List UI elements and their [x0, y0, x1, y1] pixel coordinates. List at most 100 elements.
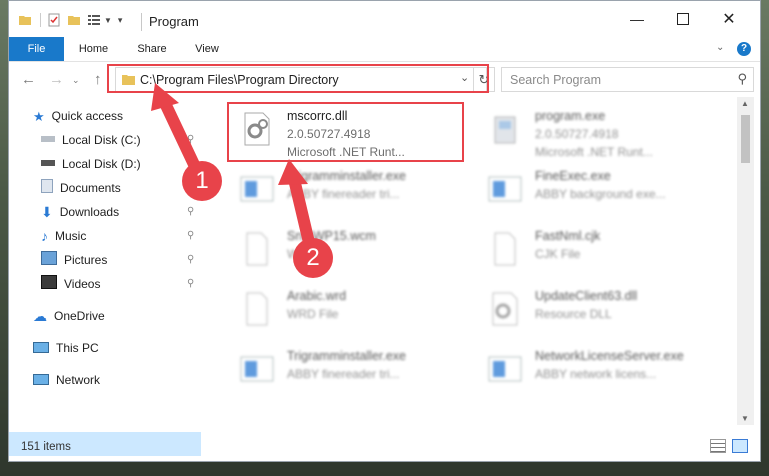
- file-icon: [494, 232, 516, 266]
- title-bar: ▼ ▾ Program — ✕: [9, 1, 760, 37]
- nav-label: This PC: [56, 341, 99, 355]
- file-description: ABBY network licens...: [535, 367, 657, 381]
- nav-label: Local Disk (D:): [62, 157, 141, 171]
- file-item[interactable]: Trigramminstaller.exe ABBY finereader tr…: [229, 341, 469, 399]
- file-name: Trigramminstaller.exe: [287, 169, 407, 183]
- customize-toolbar-icon[interactable]: ▾: [118, 15, 123, 26]
- nav-item-this-pc[interactable]: This PC: [33, 337, 99, 359]
- drive-icon: [41, 160, 55, 166]
- file-item[interactable]: UpdateClient63.dll Resource DLL: [477, 281, 717, 339]
- large-icons-view-icon[interactable]: [732, 439, 748, 453]
- explorer-window: ▼ ▾ Program — ✕ File Home Share View ⌄ ?…: [8, 0, 761, 462]
- file-item[interactable]: Arabic.wrd WRD File: [229, 281, 469, 339]
- folder-icon[interactable]: [18, 13, 32, 27]
- file-version: 2.0.50727.4918: [535, 127, 619, 141]
- nav-item-local-disk-d[interactable]: Local Disk (D:): [41, 153, 141, 175]
- search-box[interactable]: Search Program ⚲: [501, 67, 754, 92]
- file-item[interactable]: FineExec.exe ABBY background exe...: [477, 161, 717, 219]
- file-name: NetworkLicenseServer.exe: [535, 349, 684, 363]
- details-view-icon[interactable]: [710, 439, 726, 453]
- pin-icon[interactable]: ⚲: [187, 254, 194, 265]
- tab-home[interactable]: Home: [71, 37, 116, 61]
- nav-item-documents[interactable]: Documents: [41, 177, 121, 199]
- nav-item-quick-access[interactable]: ★ Quick access: [33, 105, 123, 127]
- tab-file[interactable]: File: [9, 37, 64, 61]
- file-description: ABBY finereader tri...: [287, 187, 400, 201]
- search-icon: ⚲: [737, 71, 747, 86]
- close-button[interactable]: ✕: [706, 1, 752, 37]
- nav-label: Quick access: [51, 109, 124, 123]
- nav-label: Videos: [64, 277, 101, 291]
- nav-item-downloads[interactable]: ⬇ Downloads: [41, 201, 119, 223]
- pictures-icon: [41, 251, 57, 265]
- file-item[interactable]: program.exe 2.0.50727.4918 Microsoft .NE…: [477, 101, 717, 159]
- file-description: Microsoft .NET Runt...: [535, 145, 653, 159]
- pin-icon[interactable]: ⚲: [187, 278, 194, 289]
- drive-icon: [41, 136, 55, 142]
- navigation-pane: ★ Quick access Local Disk (C:) ⚲ Local Di…: [9, 97, 207, 456]
- vertical-scrollbar[interactable]: ▲ ▼: [737, 97, 754, 425]
- quick-access-toolbar: ▼ ▾: [18, 10, 122, 30]
- file-item[interactable]: FastNml.cjk CJK File: [477, 221, 717, 279]
- window-title: Program: [149, 14, 199, 29]
- cloud-icon: ☁: [33, 308, 47, 324]
- title-separator: [141, 13, 142, 31]
- tab-view[interactable]: View: [185, 37, 229, 61]
- chevron-down-icon[interactable]: ▼: [104, 16, 112, 25]
- step-1-badge: 1: [182, 161, 222, 201]
- help-button[interactable]: ?: [737, 42, 751, 56]
- scroll-down-icon[interactable]: ▼: [741, 414, 749, 423]
- nav-item-music[interactable]: ♪ Music: [41, 225, 86, 247]
- nav-item-onedrive[interactable]: ☁ OneDrive: [33, 305, 105, 327]
- tab-share[interactable]: Share: [127, 37, 177, 61]
- up-arrow-icon[interactable]: ↑: [94, 71, 102, 88]
- videos-icon: [41, 275, 57, 289]
- file-name: Arabic.wrd: [287, 289, 347, 303]
- nav-label: Network: [56, 373, 101, 387]
- documents-icon: [41, 179, 53, 193]
- maximize-button[interactable]: [660, 1, 706, 37]
- file-item[interactable]: Sn...WP15.wcm W...: [229, 221, 469, 279]
- expand-ribbon-icon[interactable]: ⌄: [716, 42, 724, 53]
- computer-icon: [33, 342, 49, 353]
- window-icon: [488, 176, 522, 202]
- file-description: CJK File: [535, 247, 581, 261]
- nav-label: Local Disk (C:): [62, 133, 141, 147]
- ribbon-tabs: File Home Share View ⌄ ?: [9, 37, 760, 62]
- file-name: FastNml.cjk: [535, 229, 601, 243]
- file-name: Trigramminstaller.exe: [287, 349, 407, 363]
- step-2-badge: 2: [293, 238, 333, 278]
- file-description: Resource DLL: [535, 307, 612, 321]
- nav-item-network[interactable]: Network: [33, 369, 100, 391]
- file-description: WRD File: [287, 307, 339, 321]
- new-folder-icon[interactable]: [67, 13, 81, 27]
- pin-icon[interactable]: ⚲: [187, 206, 194, 217]
- nav-item-local-disk-c[interactable]: Local Disk (C:): [41, 129, 141, 151]
- forward-arrow-icon[interactable]: →: [49, 71, 64, 88]
- item-count: 151 items: [21, 441, 71, 453]
- pin-icon[interactable]: ⚲: [187, 134, 194, 145]
- file-icon: [246, 292, 268, 326]
- search-input[interactable]: Search Program: [510, 73, 601, 87]
- file-description: ABBY finereader tri...: [287, 367, 400, 381]
- scrollbar-thumb[interactable]: [741, 115, 750, 163]
- nav-label: Music: [55, 229, 87, 243]
- view-options-icon[interactable]: [87, 13, 103, 27]
- minimize-button[interactable]: —: [614, 1, 660, 37]
- file-name: FineExec.exe: [535, 169, 611, 183]
- recent-locations-icon[interactable]: ⌄: [72, 75, 80, 86]
- scroll-up-icon[interactable]: ▲: [741, 99, 749, 108]
- network-icon: [33, 374, 49, 385]
- nav-item-videos[interactable]: Videos: [41, 273, 100, 295]
- nav-label: Downloads: [59, 205, 120, 219]
- file-item[interactable]: Trigramminstaller.exe ABBY finereader tr…: [229, 161, 469, 219]
- back-arrow-icon[interactable]: ←: [21, 71, 36, 88]
- nav-item-pictures[interactable]: Pictures: [41, 249, 107, 271]
- file-icon: [246, 232, 268, 266]
- file-item[interactable]: NetworkLicenseServer.exe ABBY network li…: [477, 341, 717, 399]
- nav-label: Documents: [60, 181, 121, 195]
- properties-icon[interactable]: [47, 13, 61, 27]
- file-description: ABBY background exe...: [535, 187, 666, 201]
- pin-icon[interactable]: ⚲: [187, 230, 194, 241]
- window-icon: [240, 176, 274, 202]
